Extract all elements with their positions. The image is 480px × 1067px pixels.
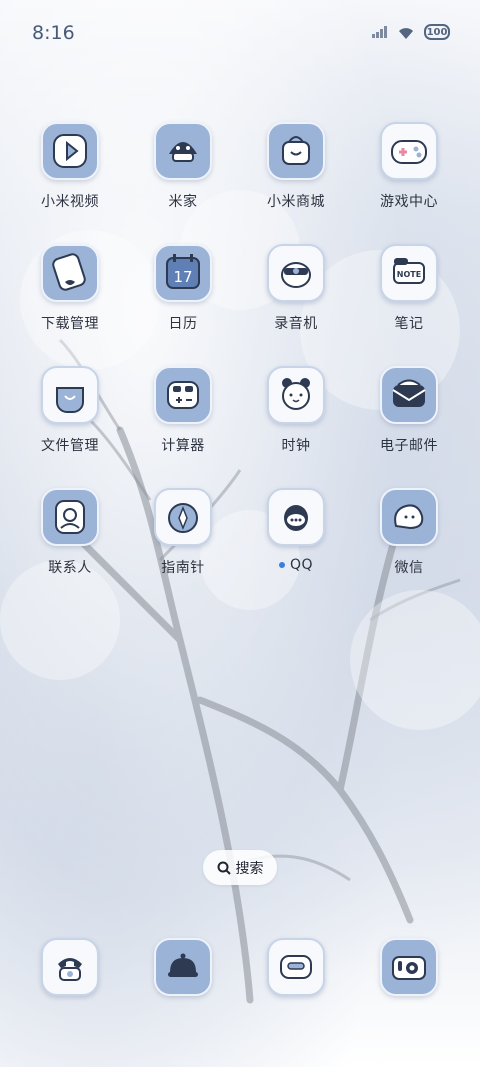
app-calculator[interactable]: 计算器 [133, 366, 233, 455]
calendar-icon: 17 [154, 244, 212, 302]
app-mi-video[interactable]: 小米视频 [20, 122, 120, 211]
calendar-date-text: 17 [173, 268, 192, 286]
app-compass[interactable]: 指南针 [133, 488, 233, 577]
app-downloads[interactable]: 下载管理 [20, 244, 120, 333]
app-label: 录音机 [274, 316, 318, 332]
clock-icon [267, 366, 325, 424]
app-label-qq: QQ [246, 557, 346, 573]
folder-icon [41, 366, 99, 424]
app-game-center[interactable]: 游戏中心 [359, 122, 459, 211]
app-label: 微信 [394, 560, 424, 576]
search-button[interactable]: 搜索 [203, 850, 277, 885]
search-label: 搜索 [235, 860, 264, 877]
gamepad-icon [380, 122, 438, 180]
app-label: 计算器 [161, 438, 205, 454]
camera-icon [380, 938, 438, 996]
dock-messages[interactable] [133, 938, 233, 996]
app-label: 文件管理 [41, 438, 99, 454]
app-mi-store[interactable]: 小米商城 [246, 122, 346, 211]
battery-indicator: 100 [424, 24, 450, 40]
note-badge-text: NOTE [397, 270, 421, 279]
app-label: 日历 [168, 316, 198, 332]
status-bar: 8:16 100 [0, 0, 480, 70]
mail-icon [380, 366, 438, 424]
dock-browser[interactable] [246, 938, 346, 996]
dock-phone[interactable] [20, 938, 120, 996]
app-label: 时钟 [281, 438, 311, 454]
status-time: 8:16 [32, 22, 75, 44]
calculator-icon [154, 366, 212, 424]
qq-icon [267, 488, 325, 546]
note-icon: NOTE [380, 244, 438, 302]
messages-icon [154, 938, 212, 996]
app-notes[interactable]: NOTE 笔记 [359, 244, 459, 333]
browser-icon [267, 938, 325, 996]
app-email[interactable]: 电子邮件 [359, 366, 459, 455]
smart-home-icon [154, 122, 212, 180]
compass-icon [154, 488, 212, 546]
contacts-icon [41, 488, 99, 546]
shopping-bag-icon [267, 122, 325, 180]
video-play-icon [41, 122, 99, 180]
app-file-manager[interactable]: 文件管理 [20, 366, 120, 455]
wifi-icon [399, 28, 413, 39]
phone-icon [41, 938, 99, 996]
app-label: 指南针 [161, 560, 205, 576]
app-contacts[interactable]: 联系人 [20, 488, 120, 577]
dock-camera[interactable] [359, 938, 459, 996]
search-icon [217, 861, 231, 875]
status-icons: 100 [372, 24, 450, 40]
cellular-signal-icon [372, 26, 387, 38]
recorder-icon [267, 244, 325, 302]
app-wechat[interactable]: 微信 [359, 488, 459, 577]
app-label: 联系人 [48, 560, 92, 576]
app-mijia[interactable]: 米家 [133, 122, 233, 211]
app-label: 下载管理 [41, 316, 99, 332]
app-label: 米家 [168, 194, 198, 210]
download-icon [41, 244, 99, 302]
new-content-dot [278, 562, 285, 568]
app-label: 小米商城 [267, 194, 325, 210]
wechat-icon [380, 488, 438, 546]
app-label: 游戏中心 [380, 194, 438, 210]
app-label: 电子邮件 [380, 438, 438, 454]
app-qq[interactable]: QQ [246, 488, 346, 573]
app-recorder[interactable]: 录音机 [246, 244, 346, 333]
app-label: QQ [289, 557, 314, 573]
app-clock[interactable]: 时钟 [246, 366, 346, 455]
app-label: 小米视频 [41, 194, 99, 210]
app-label: 笔记 [394, 316, 424, 332]
app-calendar[interactable]: 17 日历 [133, 244, 233, 333]
